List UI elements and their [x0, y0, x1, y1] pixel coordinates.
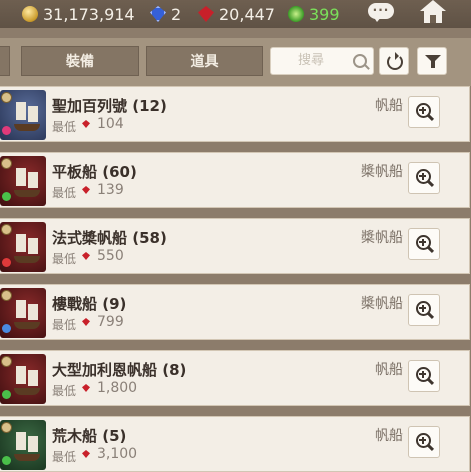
- ship-type: 帆船: [375, 98, 403, 114]
- gold-coin-icon: [22, 6, 38, 22]
- tab-items[interactable]: 道具: [146, 46, 263, 76]
- min-price-label: 最低: [52, 252, 77, 266]
- ship-icon: [14, 232, 40, 266]
- list-item[interactable]: 荒木船 (5) 最低 3,100 帆船: [0, 416, 470, 472]
- ship-type: 槳帆船: [361, 164, 403, 180]
- guild-points: 399: [288, 3, 340, 25]
- item-name: 聖加百列號 (12): [52, 97, 167, 115]
- gem-icon: [2, 258, 11, 267]
- gem-icon: [2, 324, 11, 333]
- home-icon[interactable]: [420, 0, 446, 24]
- item-name: 荒木船 (5): [52, 427, 127, 445]
- min-price: 104: [82, 116, 124, 132]
- ruby-currency: 20,447: [198, 3, 275, 25]
- gem-icon: [2, 192, 11, 201]
- min-price: 550: [82, 248, 124, 264]
- rank-badge-icon: [1, 422, 12, 433]
- ship-icon: [14, 100, 40, 134]
- zoom-in-button[interactable]: [408, 228, 440, 260]
- search-input[interactable]: 搜尋: [270, 47, 374, 75]
- tab-ships[interactable]: [0, 46, 10, 76]
- ship-type: 帆船: [375, 362, 403, 378]
- ship-thumbnail: [0, 354, 46, 404]
- min-price: 3,100: [82, 446, 137, 462]
- item-name: 法式槳帆船 (58): [52, 229, 167, 247]
- ruby-icon: [82, 120, 90, 128]
- gem-icon: [2, 456, 11, 465]
- list-item[interactable]: 樓戰船 (9) 最低 799 槳帆船: [0, 284, 470, 340]
- price-value: 104: [97, 116, 124, 132]
- price-value: 1,800: [97, 380, 138, 396]
- list-item[interactable]: 大型加利恩帆船 (8) 最低 1,800 帆船: [0, 350, 470, 406]
- min-price-label: 最低: [52, 450, 77, 464]
- currency-bar: 31,173,914 2 20,447 399 ···: [0, 0, 471, 28]
- ship-thumbnail: [0, 288, 46, 338]
- diamond-icon: [150, 6, 166, 22]
- tab-equipment[interactable]: 裝備: [21, 46, 139, 76]
- ship-icon: [14, 430, 40, 464]
- diamond-amount: 2: [171, 4, 182, 24]
- ship-icon: [14, 166, 40, 200]
- search-icon: [353, 54, 367, 68]
- ruby-icon: [82, 252, 90, 260]
- rank-badge-icon: [1, 92, 12, 103]
- guild-points-amount: 399: [309, 4, 340, 24]
- gold-currency: 31,173,914: [22, 3, 135, 25]
- zoom-in-button[interactable]: [408, 162, 440, 194]
- min-price-label: 最低: [52, 120, 77, 134]
- rank-badge-icon: [1, 224, 12, 235]
- zoom-in-button[interactable]: [408, 360, 440, 392]
- min-price-label: 最低: [52, 318, 77, 332]
- chat-icon[interactable]: ···: [368, 3, 394, 23]
- price-value: 139: [97, 182, 124, 198]
- ruby-icon: [198, 6, 214, 22]
- guild-point-icon: [288, 6, 304, 22]
- ship-thumbnail: [0, 156, 46, 206]
- rank-badge-icon: [1, 290, 12, 301]
- ship-thumbnail: [0, 222, 46, 272]
- ruby-amount: 20,447: [219, 4, 275, 24]
- refresh-button[interactable]: [379, 47, 409, 75]
- item-name: 大型加利恩帆船 (8): [52, 361, 187, 379]
- item-name: 樓戰船 (9): [52, 295, 127, 313]
- price-value: 3,100: [97, 446, 138, 462]
- zoom-in-button[interactable]: [408, 96, 440, 128]
- filter-bar: 裝備 道具 搜尋: [0, 38, 471, 86]
- ship-type: 帆船: [375, 428, 403, 444]
- rank-badge-icon: [1, 158, 12, 169]
- rank-badge-icon: [1, 356, 12, 367]
- ship-icon: [14, 298, 40, 332]
- ruby-icon: [82, 450, 90, 458]
- ship-thumbnail: [0, 420, 46, 470]
- ship-thumbnail: [0, 90, 46, 140]
- zoom-in-button[interactable]: [408, 294, 440, 326]
- item-name: 平板船 (60): [52, 163, 137, 181]
- price-value: 799: [97, 314, 124, 330]
- zoom-in-button[interactable]: [408, 426, 440, 458]
- list-item[interactable]: 平板船 (60) 最低 139 槳帆船: [0, 152, 470, 208]
- filter-button[interactable]: [417, 47, 447, 75]
- ruby-icon: [82, 186, 90, 194]
- ship-icon: [14, 364, 40, 398]
- list-item[interactable]: 聖加百列號 (12) 最低 104 帆船: [0, 86, 470, 142]
- gem-icon: [2, 126, 11, 135]
- ruby-icon: [82, 384, 90, 392]
- min-price: 799: [82, 314, 124, 330]
- min-price-label: 最低: [52, 384, 77, 398]
- price-value: 550: [97, 248, 124, 264]
- list-item[interactable]: 法式槳帆船 (58) 最低 550 槳帆船: [0, 218, 470, 274]
- ruby-icon: [82, 318, 90, 326]
- gold-amount: 31,173,914: [43, 4, 135, 24]
- search-placeholder: 搜尋: [297, 53, 324, 68]
- diamond-currency: 2: [150, 3, 181, 25]
- min-price-label: 最低: [52, 186, 77, 200]
- ship-type: 槳帆船: [361, 296, 403, 312]
- ship-type: 槳帆船: [361, 230, 403, 246]
- min-price: 1,800: [82, 380, 137, 396]
- min-price: 139: [82, 182, 124, 198]
- gem-icon: [2, 390, 11, 399]
